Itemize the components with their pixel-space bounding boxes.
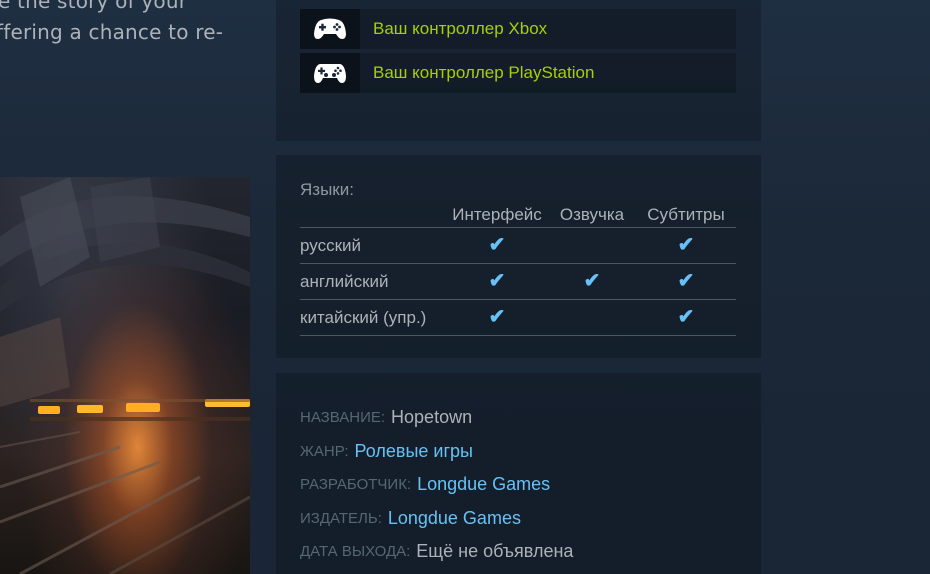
check-icon: ✔ [488, 306, 506, 328]
store-page: e the story of your ffering a chance to … [0, 0, 930, 574]
detail-publisher: ИЗДАТЕЛЬ: Longdue Games [300, 502, 573, 536]
detail-key: НАЗВАНИЕ: [300, 409, 386, 427]
detail-key: ИЗДАТЕЛЬ: [300, 509, 382, 527]
check-icon: ✔ [677, 270, 695, 292]
language-row: китайский (упр.) ✔ ✔ [300, 299, 736, 336]
game-screenshot-image[interactable] [0, 177, 250, 574]
details-list: НАЗВАНИЕ: Hopetown ЖАНР: Ролевые игры РА… [300, 401, 573, 569]
description-line: ffering a chance to re- [0, 20, 224, 44]
language-name: английский [300, 263, 446, 300]
language-row: русский ✔ ✔ [300, 227, 736, 264]
xbox-controller-icon [300, 9, 360, 49]
controller-label: Ваш контроллер Xbox [373, 19, 548, 38]
languages-header-empty [300, 202, 446, 228]
detail-genre: ЖАНР: Ролевые игры [300, 435, 573, 469]
check-icon: ✔ [488, 234, 506, 256]
detail-title: НАЗВАНИЕ: Hopetown [300, 401, 573, 435]
genre-link[interactable]: Ролевые игры [355, 441, 473, 462]
controller-row-xbox: Ваш контроллер Xbox [300, 9, 736, 49]
languages-header-row: Интерфейс Озвучка Субтитры [300, 202, 736, 228]
playstation-controller-icon [300, 53, 360, 93]
controller-support-panel: Ваш контроллер Xbox Ваш контроллер PlayS… [276, 0, 761, 141]
detail-key: ЖАНР: [300, 442, 349, 460]
game-description: e the story of your ffering a chance to … [0, 0, 250, 48]
column-header-audio: Озвучка [548, 202, 636, 228]
game-title: Hopetown [391, 407, 473, 428]
screenshot-artwork [0, 177, 250, 574]
description-line: e the story of your [0, 0, 188, 13]
languages-title: Языки: [300, 180, 354, 199]
column-header-subtitles: Субтитры [636, 202, 736, 228]
release-date: Ещё не объявлена [416, 541, 574, 562]
language-name: китайский (упр.) [300, 299, 446, 336]
language-row: английский ✔ ✔ ✔ [300, 263, 736, 300]
column-header-interface: Интерфейс [446, 202, 548, 228]
language-name: русский [300, 227, 446, 264]
languages-panel: Языки: Интерфейс Озвучка Субтитры русски… [276, 155, 761, 358]
game-details-panel: НАЗВАНИЕ: Hopetown ЖАНР: Ролевые игры РА… [276, 373, 761, 574]
detail-developer: РАЗРАБОТЧИК: Longdue Games [300, 468, 573, 502]
detail-key: ДАТА ВЫХОДА: [300, 543, 411, 561]
controller-label: Ваш контроллер PlayStation [373, 63, 595, 82]
check-icon: ✔ [677, 234, 695, 256]
check-icon: ✔ [488, 270, 506, 292]
languages-table: Интерфейс Озвучка Субтитры русский ✔ ✔ а… [300, 202, 736, 336]
publisher-link[interactable]: Longdue Games [388, 508, 521, 529]
check-icon: ✔ [583, 270, 601, 292]
detail-key: РАЗРАБОТЧИК: [300, 476, 412, 494]
detail-release-date: ДАТА ВЫХОДА: Ещё не объявлена [300, 535, 573, 569]
developer-link[interactable]: Longdue Games [417, 474, 550, 495]
controller-row-playstation: Ваш контроллер PlayStation [300, 53, 736, 93]
check-icon: ✔ [677, 306, 695, 328]
